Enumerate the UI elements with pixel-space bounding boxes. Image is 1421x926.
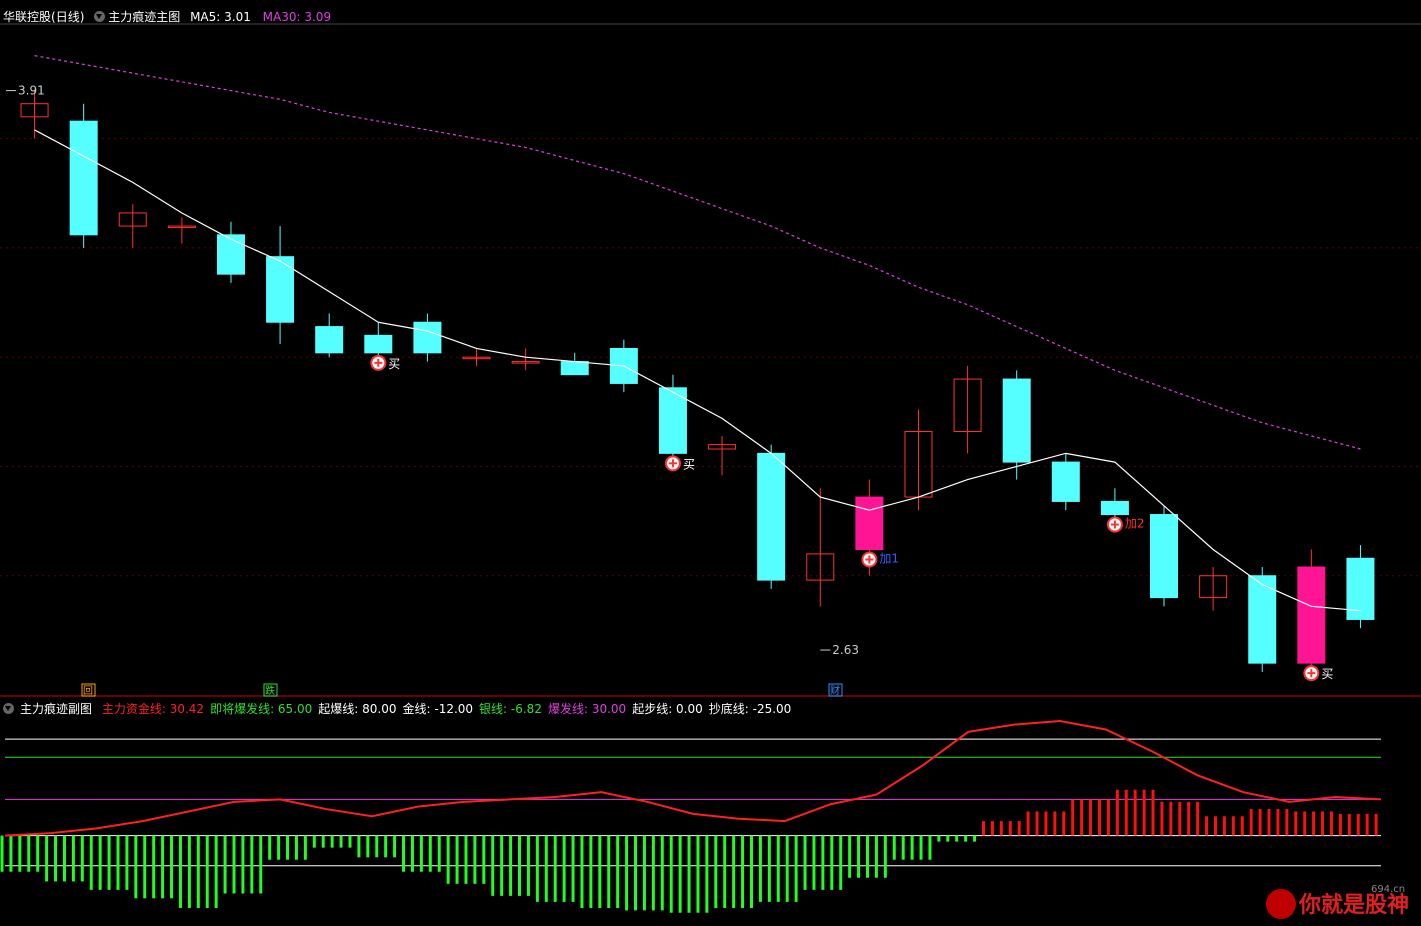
sub-legend-item: 银线: -6.82 bbox=[479, 702, 542, 716]
main-chart-header: 华联控股(日线) 主力痕迹主图 MA5: 3.01 MA30: 3.09 bbox=[3, 8, 331, 25]
candle-body bbox=[1297, 566, 1326, 664]
buy-signal-label: 买 bbox=[683, 457, 695, 471]
watermark-logo-icon bbox=[1266, 889, 1296, 919]
collapse-icon[interactable] bbox=[3, 703, 14, 714]
svg-text:694.cn: 694.cn bbox=[1371, 884, 1405, 895]
buy-signal-label: 买 bbox=[1321, 667, 1333, 681]
watermark: 你就是股神 694.cn bbox=[1261, 882, 1411, 922]
sub-chart-title: 主力痕迹副图 bbox=[20, 702, 93, 716]
add-signal-label: 加2 bbox=[1125, 517, 1145, 531]
candle-body bbox=[1100, 500, 1129, 516]
main-chart-title: 主力痕迹主图 bbox=[108, 10, 181, 24]
period-label: (日线) bbox=[51, 10, 85, 24]
candle-body bbox=[757, 452, 786, 581]
stock-name: 华联控股 bbox=[3, 10, 52, 24]
candle-body bbox=[1051, 461, 1080, 502]
candle-body bbox=[560, 361, 589, 376]
candle-body bbox=[413, 321, 442, 354]
main-price-chart: 买买加1加2买 3.912.63回跌财 bbox=[0, 23, 1421, 913]
event-tag-label: 财 bbox=[830, 684, 840, 697]
sub-legend-item: 起爆线: 80.00 bbox=[318, 702, 397, 716]
event-tag-label: 跌 bbox=[265, 684, 275, 697]
ma30-value: MA30: 3.09 bbox=[262, 10, 332, 24]
sub-chart-header: 主力痕迹副图 主力资金线: 30.42 即将爆发线: 65.00 起爆线: 80.0… bbox=[3, 700, 803, 717]
sub-legend-item: 抄底线: -25.00 bbox=[708, 702, 792, 716]
sub-legend-item: 爆发线: 30.00 bbox=[547, 702, 627, 716]
candle-body bbox=[216, 234, 245, 275]
candle-body bbox=[364, 334, 393, 354]
chart-stage: 买买加1 加2 买 3.91 2.63 回跌财 华联控股(日线) 主力痕迹主图 MA5:… bbox=[0, 0, 1421, 926]
low-price-label: 2.63 bbox=[832, 643, 859, 657]
candle-body bbox=[855, 496, 884, 551]
candle-body bbox=[69, 120, 98, 236]
sub-legend-item: 主力资金线: 30.42 bbox=[101, 702, 205, 716]
sub-legend-item: 金线: -12.00 bbox=[402, 702, 474, 716]
event-tag-label: 回 bbox=[83, 685, 93, 697]
add-signal-label: 加1 bbox=[879, 552, 899, 566]
candle-body bbox=[1150, 514, 1179, 599]
buy-signal-label: 买 bbox=[388, 357, 400, 371]
fund-line bbox=[4, 720, 1382, 837]
sub-legend-item: 起步线: 0.00 bbox=[632, 702, 703, 716]
high-price-label: 3.91 bbox=[18, 84, 45, 98]
candle-body bbox=[1002, 378, 1031, 463]
candle-body bbox=[315, 326, 344, 354]
ma5-value: MA5: 3.01 bbox=[190, 10, 251, 24]
collapse-icon[interactable] bbox=[94, 11, 106, 22]
svg-text:你就是股神: 你就是股神 bbox=[1298, 892, 1409, 918]
sub-legend-item: 即将爆发线: 65.00 bbox=[210, 702, 313, 716]
